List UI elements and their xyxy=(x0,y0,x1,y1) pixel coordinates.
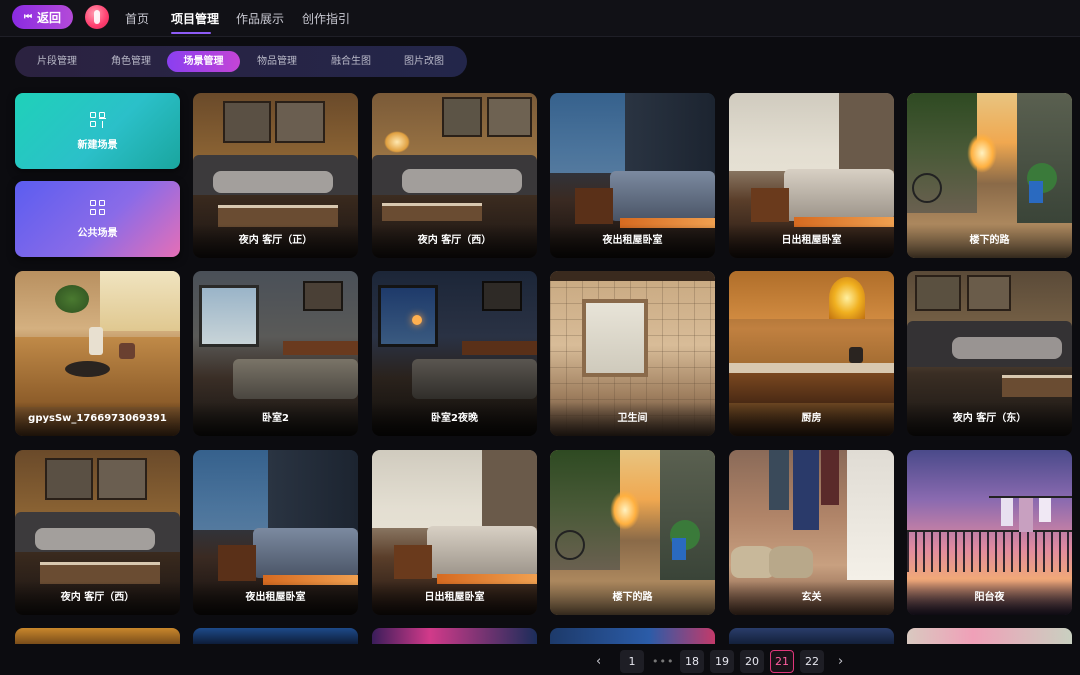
scene-title: 日出租屋卧室 xyxy=(372,581,537,615)
scene-title: 卧室2 xyxy=(193,402,358,436)
scene-card-partial[interactable] xyxy=(907,628,1072,644)
scene-title: 夜内 客厅（西） xyxy=(372,224,537,258)
page-button[interactable]: 19 xyxy=(710,650,734,673)
nav-active-indicator xyxy=(171,32,211,34)
scene-card[interactable]: 楼下的路 xyxy=(550,450,715,615)
scene-title: 日出租屋卧室 xyxy=(729,224,894,258)
back-label: 返回 xyxy=(37,10,62,25)
next-page-button[interactable]: › xyxy=(838,650,843,673)
scene-card-partial[interactable] xyxy=(550,628,715,644)
nav-creation-guide[interactable]: 创作指引 xyxy=(302,10,350,27)
back-button[interactable]: ⏮ 返回 xyxy=(12,5,73,29)
scene-title: 卫生间 xyxy=(550,402,715,436)
nav-home[interactable]: 首页 xyxy=(125,10,149,27)
scene-card[interactable]: 夜内 客厅（西） xyxy=(15,450,180,615)
page-ellipsis[interactable]: ••• xyxy=(652,650,674,673)
scene-title: 夜内 客厅（西） xyxy=(15,581,180,615)
new-scene-label: 新建场景 xyxy=(77,139,118,151)
public-scene-button[interactable]: 公共场景 xyxy=(15,181,180,257)
scene-title: 卧室2夜晚 xyxy=(372,402,537,436)
scene-card-partial[interactable] xyxy=(729,628,894,644)
new-scene-button[interactable]: 新建场景 xyxy=(15,93,180,169)
scene-card[interactable]: gpysSw_1766973069391 xyxy=(15,271,180,436)
scene-title: 阳台夜 xyxy=(907,581,1072,615)
grid-icon xyxy=(89,199,106,216)
public-scene-label: 公共场景 xyxy=(77,227,118,239)
scene-card-partial[interactable] xyxy=(372,628,537,644)
scene-card[interactable]: 卧室2夜晚 xyxy=(372,271,537,436)
page-button[interactable]: 20 xyxy=(740,650,764,673)
scene-title: 夜内 客厅（东） xyxy=(907,402,1072,436)
scene-card[interactable]: 夜出租屋卧室 xyxy=(193,450,358,615)
scene-card[interactable]: 夜出租屋卧室 xyxy=(550,93,715,258)
tab-fusion-generate[interactable]: 融合生图 xyxy=(319,51,383,72)
scene-card[interactable]: 日出租屋卧室 xyxy=(729,93,894,258)
scene-card[interactable]: 夜内 客厅（西） xyxy=(372,93,537,258)
nav-works-showcase[interactable]: 作品展示 xyxy=(236,10,284,27)
scene-card[interactable]: 夜内 客厅（正） xyxy=(193,93,358,258)
back-arrow-icon: ⏮ xyxy=(23,12,33,22)
scene-title: 楼下的路 xyxy=(550,581,715,615)
scene-card[interactable]: 厨房 xyxy=(729,271,894,436)
prev-page-button[interactable]: ‹ xyxy=(596,650,601,673)
app-logo[interactable] xyxy=(85,5,109,29)
page-button[interactable]: 18 xyxy=(680,650,704,673)
scene-title: 夜出租屋卧室 xyxy=(550,224,715,258)
scene-card[interactable]: 楼下的路 xyxy=(907,93,1072,258)
scene-card-partial[interactable] xyxy=(15,628,180,644)
scene-title: 玄关 xyxy=(729,581,894,615)
tab-image-edit[interactable]: 图片改图 xyxy=(392,51,456,72)
scene-title: 夜内 客厅（正） xyxy=(193,224,358,258)
page-button-first[interactable]: 1 xyxy=(620,650,644,673)
scene-title: 厨房 xyxy=(729,402,894,436)
tab-item-management[interactable]: 物品管理 xyxy=(245,51,309,72)
nav-project-management[interactable]: 项目管理 xyxy=(171,10,219,27)
page-button[interactable]: 22 xyxy=(800,650,824,673)
tab-character-management[interactable]: 角色管理 xyxy=(99,51,163,72)
scene-card-partial[interactable] xyxy=(193,628,358,644)
scene-title: gpysSw_1766973069391 xyxy=(15,402,180,436)
page-button-current[interactable]: 21 xyxy=(770,650,794,673)
tab-scene-management[interactable]: 场景管理 xyxy=(167,51,240,72)
add-grid-icon xyxy=(89,111,106,128)
scene-card[interactable]: 卫生间 xyxy=(550,271,715,436)
scene-title: 楼下的路 xyxy=(907,224,1072,258)
sub-tab-bar: 片段管理 角色管理 场景管理 物品管理 融合生图 图片改图 xyxy=(15,46,467,77)
scene-card[interactable]: 阳台夜 xyxy=(907,450,1072,615)
top-nav-bar: ⏮ 返回 首页 项目管理 作品展示 创作指引 xyxy=(0,0,1080,37)
tab-segment-management[interactable]: 片段管理 xyxy=(25,51,89,72)
scene-card[interactable]: 卧室2 xyxy=(193,271,358,436)
scene-title: 夜出租屋卧室 xyxy=(193,581,358,615)
scene-card[interactable]: 日出租屋卧室 xyxy=(372,450,537,615)
scene-card[interactable]: 玄关 xyxy=(729,450,894,615)
scene-card[interactable]: 夜内 客厅（东） xyxy=(907,271,1072,436)
